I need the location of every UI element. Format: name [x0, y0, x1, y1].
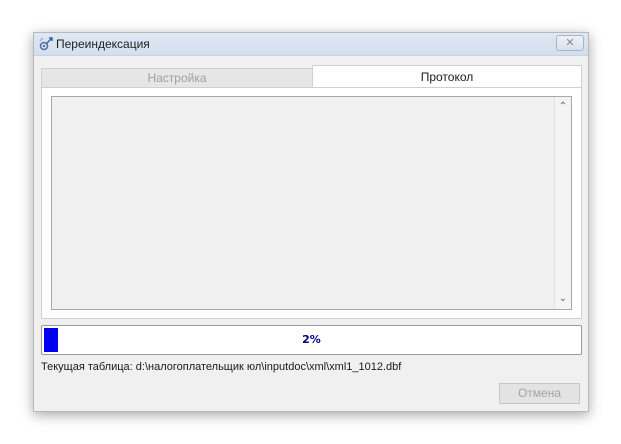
reindex-gear-icon	[39, 37, 53, 51]
current-table-status: Текущая таблица: d:\налогоплательщик юл\…	[41, 361, 402, 373]
tab-protocol[interactable]: Протокол	[312, 65, 582, 88]
close-button[interactable]: ✕	[556, 35, 584, 51]
scroll-up-icon[interactable]: ⌃	[555, 99, 571, 115]
title-bar[interactable]: Переиндексация ✕	[34, 33, 588, 56]
reindex-dialog: Переиндексация ✕ Настройка Протокол ⌃ ⌄ …	[33, 32, 589, 412]
tab-strip: Настройка Протокол	[41, 65, 582, 88]
progress-percent: 2%	[302, 333, 321, 346]
protocol-log[interactable]: ⌃ ⌄	[51, 96, 572, 310]
progress-bar: 2%	[41, 325, 582, 355]
cancel-button[interactable]: Отмена	[499, 383, 580, 404]
log-scrollbar[interactable]: ⌃ ⌄	[554, 97, 571, 309]
tab-settings[interactable]: Настройка	[41, 68, 313, 88]
scroll-down-icon[interactable]: ⌄	[555, 291, 571, 307]
close-icon: ✕	[565, 37, 575, 49]
window-title: Переиндексация	[56, 37, 150, 51]
protocol-tab-panel: ⌃ ⌄	[41, 87, 582, 319]
